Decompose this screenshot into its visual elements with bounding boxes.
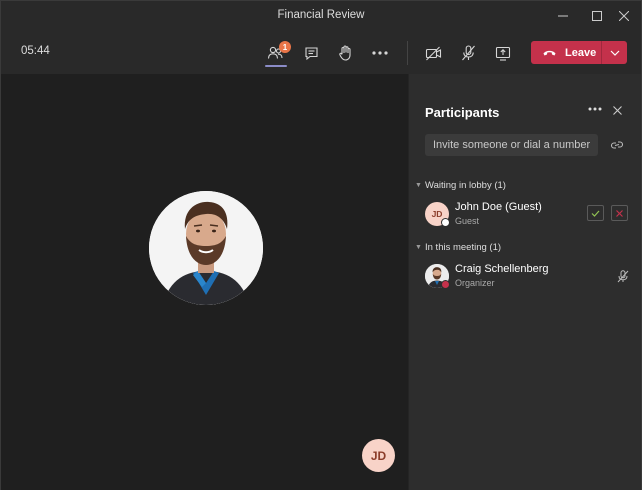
window-title: Financial Review xyxy=(277,9,365,21)
close-icon xyxy=(616,209,623,217)
link-icon xyxy=(610,141,624,149)
share-screen-icon xyxy=(495,46,511,61)
mic-off-icon xyxy=(461,45,475,61)
admit-button[interactable] xyxy=(587,205,604,221)
lobby-section-header[interactable]: ▼ Waiting in lobby (1) xyxy=(415,180,506,191)
close-window-button[interactable] xyxy=(607,1,641,31)
participant-mute-button[interactable] xyxy=(615,268,631,284)
leave-options-button[interactable] xyxy=(602,41,627,64)
leave-label: Leave xyxy=(565,46,597,59)
title-bar: Financial Review xyxy=(1,1,641,31)
lobby-section-label: Waiting in lobby (1) xyxy=(425,180,506,191)
microphone-button[interactable] xyxy=(454,39,482,67)
raise-hand-button[interactable] xyxy=(331,39,359,67)
teams-meeting-window: Financial Review 05:44 1 Leave JD Partic… xyxy=(0,0,642,490)
participant-name: John Doe (Guest) xyxy=(455,201,542,213)
more-icon xyxy=(372,51,388,55)
participants-count-badge: 1 xyxy=(279,41,291,53)
participant-role: Organizer xyxy=(455,278,495,288)
share-screen-button[interactable] xyxy=(489,39,517,67)
hand-icon xyxy=(338,45,351,61)
close-icon xyxy=(612,105,622,115)
participant-name: Craig Schellenberg xyxy=(455,263,549,275)
maximize-icon xyxy=(592,11,602,21)
lobby-participant-row[interactable]: JD John Doe (Guest) Guest xyxy=(425,200,635,232)
meeting-timer: 05:44 xyxy=(21,45,50,57)
chevron-down-icon xyxy=(610,50,619,56)
caret-down-icon: ▼ xyxy=(415,244,422,251)
participant-role: Guest xyxy=(455,216,480,226)
chat-icon xyxy=(304,46,318,60)
presence-status-icon xyxy=(441,280,450,289)
participants-panel: Participants ▼ Waiting in lobby (1) JD J… xyxy=(408,74,641,490)
panel-close-button[interactable] xyxy=(608,101,626,119)
active-tab-indicator xyxy=(265,65,287,67)
camera-button[interactable] xyxy=(419,39,447,67)
main-participant-avatar[interactable] xyxy=(149,191,263,305)
mic-off-icon xyxy=(617,269,629,282)
panel-title: Participants xyxy=(425,105,500,120)
checkmark-icon xyxy=(591,210,600,217)
minimize-button[interactable] xyxy=(546,1,580,31)
deny-button[interactable] xyxy=(611,205,628,221)
meeting-section-header[interactable]: ▼ In this meeting (1) xyxy=(415,242,501,253)
minimize-icon xyxy=(558,15,568,17)
meeting-stage: JD xyxy=(1,74,408,490)
phone-hangup-icon xyxy=(543,50,556,56)
self-avatar[interactable]: JD xyxy=(362,439,395,472)
presence-status-icon xyxy=(441,218,450,227)
chat-button[interactable] xyxy=(297,39,325,67)
toolbar-divider xyxy=(407,41,408,65)
leave-button[interactable]: Leave xyxy=(531,41,601,64)
caret-down-icon: ▼ xyxy=(415,182,422,189)
close-icon xyxy=(619,11,629,21)
invite-input[interactable] xyxy=(425,134,598,156)
more-actions-button[interactable] xyxy=(366,39,394,67)
meeting-section-label: In this meeting (1) xyxy=(425,242,502,253)
person-photo-icon xyxy=(149,191,263,305)
leave-button-group: Leave xyxy=(531,41,627,64)
camera-off-icon xyxy=(425,46,441,60)
share-invite-button[interactable] xyxy=(608,136,626,154)
more-icon xyxy=(588,107,602,111)
meeting-participant-row[interactable]: Craig Schellenberg Organizer xyxy=(425,262,635,294)
panel-more-button[interactable] xyxy=(585,101,605,117)
